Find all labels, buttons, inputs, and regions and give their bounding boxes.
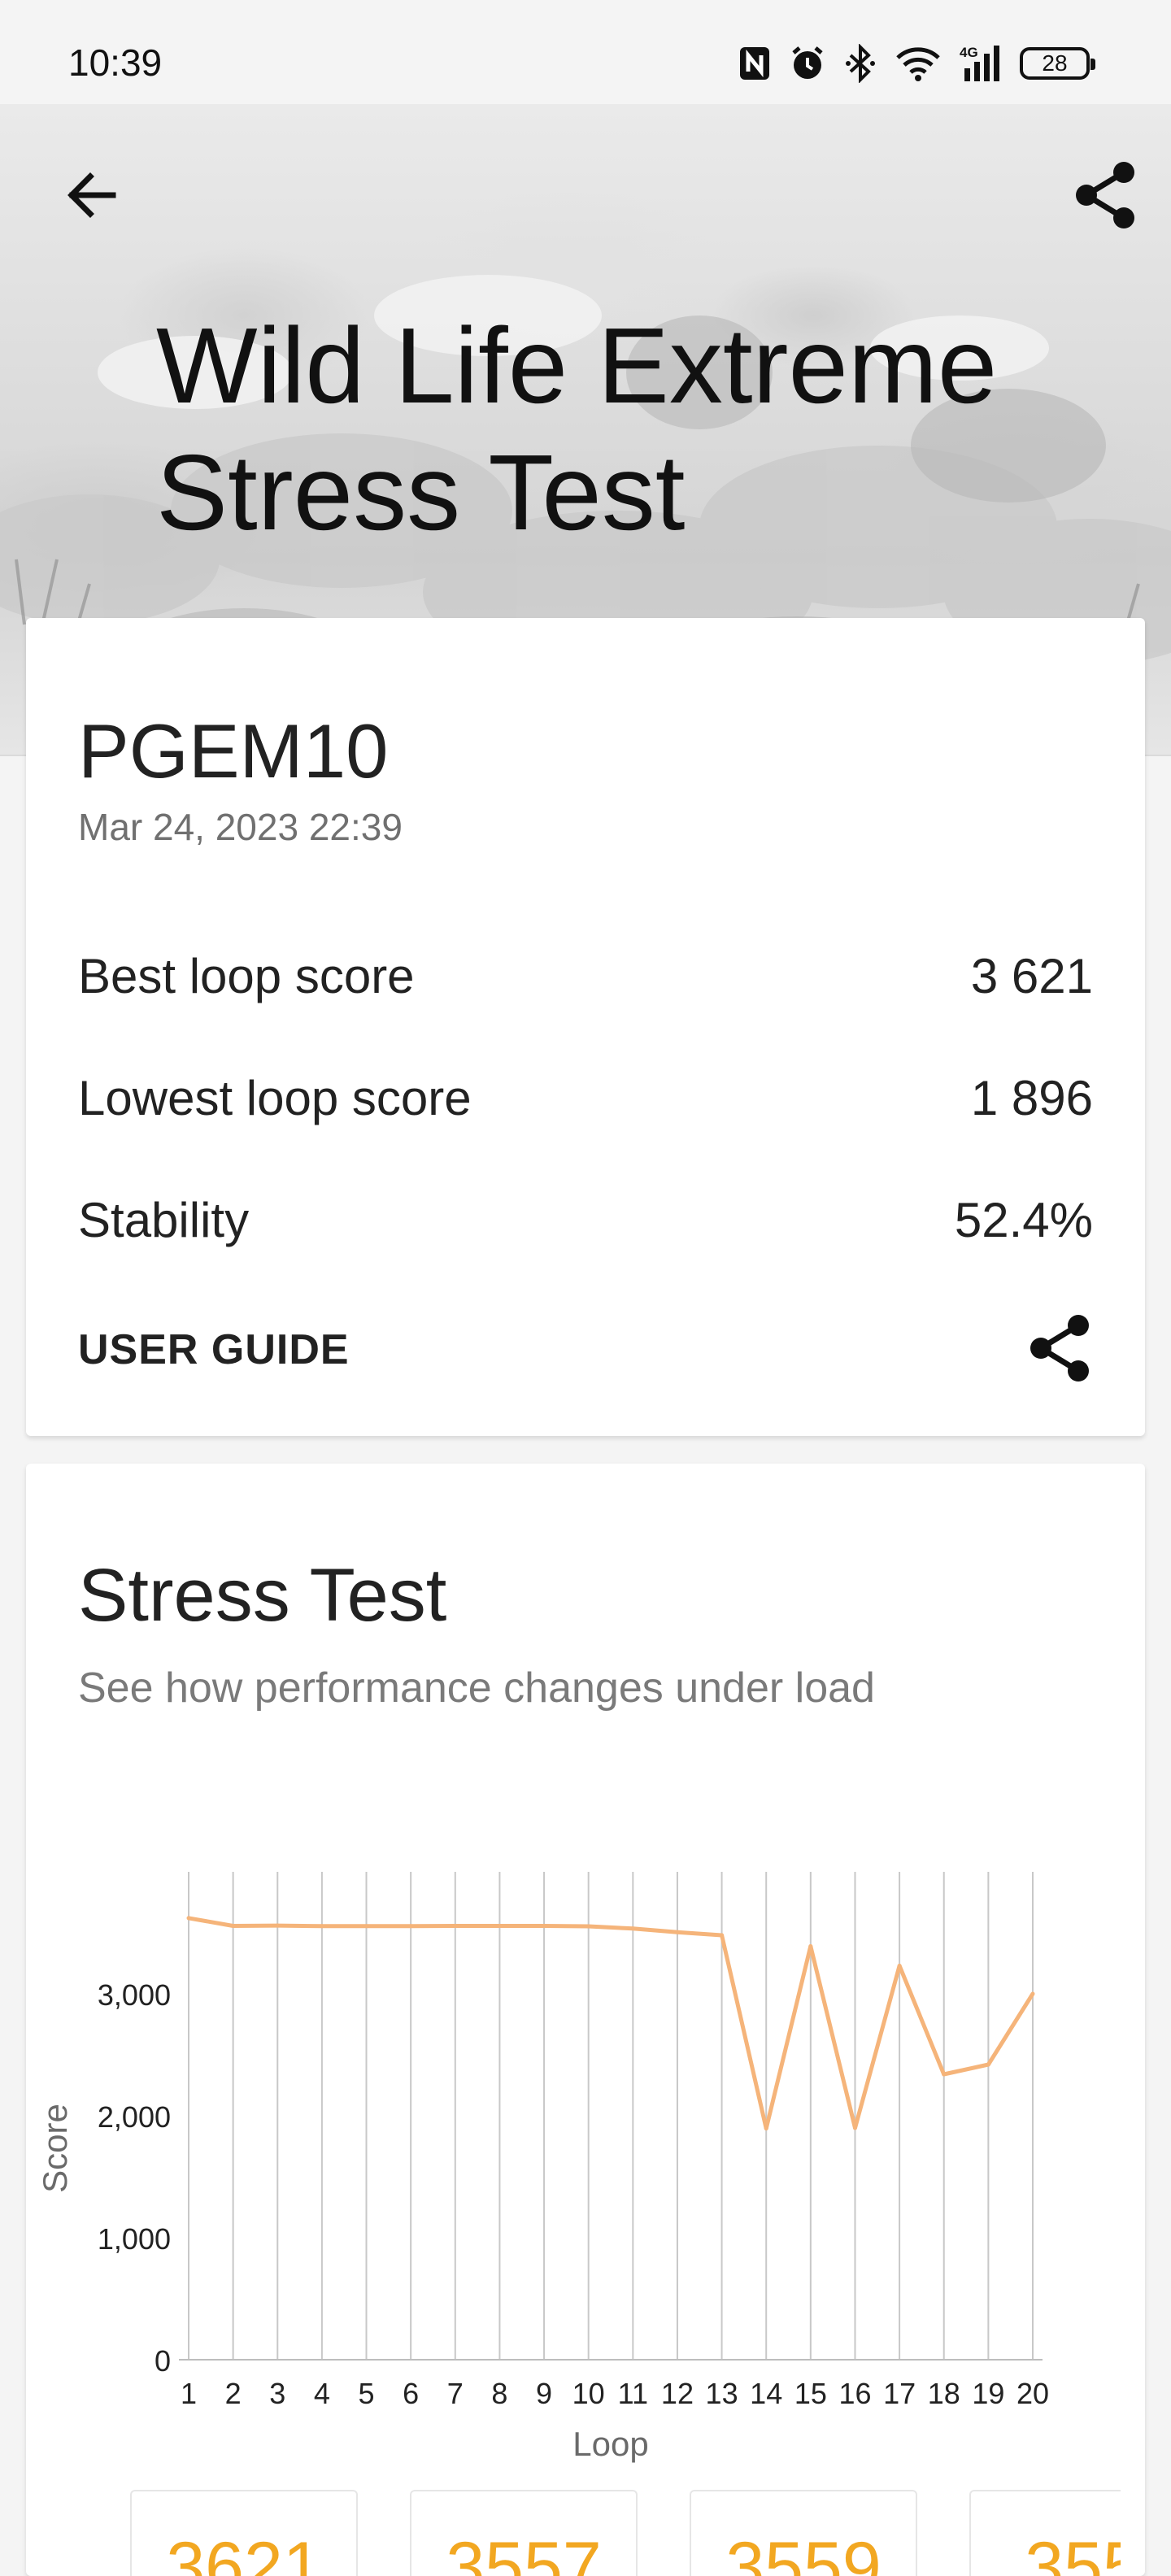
x-tick-label: 3 [269, 2377, 285, 2410]
score-point [453, 1923, 458, 1928]
bluetooth-icon [846, 44, 875, 83]
x-tick-label: 2 [225, 2377, 242, 2410]
score-point [186, 1916, 191, 1921]
x-tick-label: 9 [536, 2377, 552, 2410]
x-tick-label: 14 [750, 2377, 782, 2410]
score-point [364, 1924, 369, 1929]
device-name: PGEM10 [78, 708, 389, 794]
x-tick-label: 17 [883, 2377, 916, 2410]
y-axis-title: Score [36, 2104, 74, 2193]
share-icon [1076, 162, 1134, 228]
battery-icon: 28 [1020, 47, 1095, 80]
svg-text:4G: 4G [960, 45, 978, 60]
x-tick-label: 16 [838, 2377, 871, 2410]
y-tick-label: 2,000 [98, 2100, 171, 2134]
score-point [852, 2126, 857, 2130]
signal-4g-icon: 4G [960, 45, 999, 81]
loop-score-tile[interactable]: 3559 [690, 2490, 917, 2576]
stat-label: Best loop score [78, 948, 415, 1003]
wifi-icon [896, 47, 940, 81]
x-tick-label: 7 [447, 2377, 464, 2410]
x-axis-title: Loop [572, 2425, 648, 2463]
y-tick-label: 3,000 [98, 1978, 171, 2012]
score-point [497, 1923, 502, 1928]
result-share-button[interactable] [1021, 1309, 1099, 1387]
score-point [275, 1923, 280, 1928]
score-point [231, 1923, 236, 1928]
stat-label: Stability [78, 1192, 250, 1247]
score-point [1030, 1991, 1035, 1996]
share-button[interactable] [1067, 156, 1145, 234]
score-point [630, 1926, 635, 1931]
x-tick-label: 11 [618, 2377, 648, 2410]
x-tick-label: 19 [972, 2377, 1004, 2410]
loop-score-tiles: 3621 3557 3559 355 [104, 2490, 1121, 2576]
loop-score-tile[interactable]: 355 [969, 2490, 1121, 2576]
x-tick-label: 15 [794, 2377, 827, 2410]
score-point [586, 1924, 591, 1929]
stat-row-lowest: Lowest loop score 1 896 [78, 1065, 1093, 1130]
x-tick-label: 6 [403, 2377, 419, 2410]
status-icons: 4G 28 [738, 41, 1095, 86]
stat-value: 52.4% [954, 1192, 1093, 1247]
stress-chart: 1 2 3 4 5 6 7 8 9 10 11 12 13 14 15 16 17 18 19 2001,0002,0… [36, 1872, 1049, 2463]
nfc-icon [740, 47, 769, 80]
user-guide-button[interactable]: USER GUIDE [78, 1325, 350, 1374]
loop-score-tile[interactable]: 3621 [130, 2490, 358, 2576]
stat-row-stability: Stability 52.4% [78, 1187, 1093, 1252]
score-line [188, 1916, 1035, 2131]
x-tick-label: 18 [928, 2377, 960, 2410]
loop-score-tile[interactable]: 3557 [410, 2490, 638, 2576]
score-point [675, 1930, 680, 1934]
x-tick-label: 1 [181, 2377, 197, 2410]
x-tick-label: 8 [491, 2377, 507, 2410]
x-tick-label: 13 [706, 2377, 738, 2410]
back-button[interactable] [52, 156, 130, 234]
stat-row-best: Best loop score 3 621 [78, 943, 1093, 1008]
share-icon [1030, 1315, 1089, 1382]
score-point [320, 1924, 324, 1929]
alarm-icon [792, 46, 823, 79]
score-point [808, 1944, 813, 1948]
score-point [897, 1964, 902, 1968]
status-bar: 10:39 4G 28 [0, 0, 1171, 104]
score-point [764, 2126, 768, 2131]
run-date: Mar 24, 2023 22:39 [78, 806, 403, 848]
score-point [720, 1933, 725, 1938]
x-tick-label: 12 [661, 2377, 694, 2410]
x-tick-label: 10 [572, 2377, 605, 2410]
x-tick-label: 4 [314, 2377, 330, 2410]
battery-level: 28 [1042, 50, 1068, 76]
stat-value: 3 621 [970, 948, 1093, 1003]
arrow-left-icon [67, 172, 116, 218]
x-tick-label: 20 [1016, 2377, 1049, 2410]
stress-test-card: Stress Test See how performance changes … [26, 1464, 1145, 2576]
score-point [408, 1924, 413, 1929]
status-time: 10:39 [68, 41, 163, 84]
stat-label: Lowest loop score [78, 1070, 472, 1125]
score-point [942, 2072, 947, 2077]
y-tick-label: 1,000 [98, 2222, 171, 2256]
x-tick-label: 5 [359, 2377, 375, 2410]
y-tick-label: 0 [155, 2344, 171, 2378]
score-point [542, 1923, 546, 1928]
page-title: Wild Life Extreme Stress Test [156, 306, 998, 552]
stat-value: 1 896 [970, 1070, 1093, 1125]
result-summary-card: PGEM10 Mar 24, 2023 22:39 Best loop scor… [26, 618, 1145, 1436]
score-point [986, 2062, 990, 2067]
